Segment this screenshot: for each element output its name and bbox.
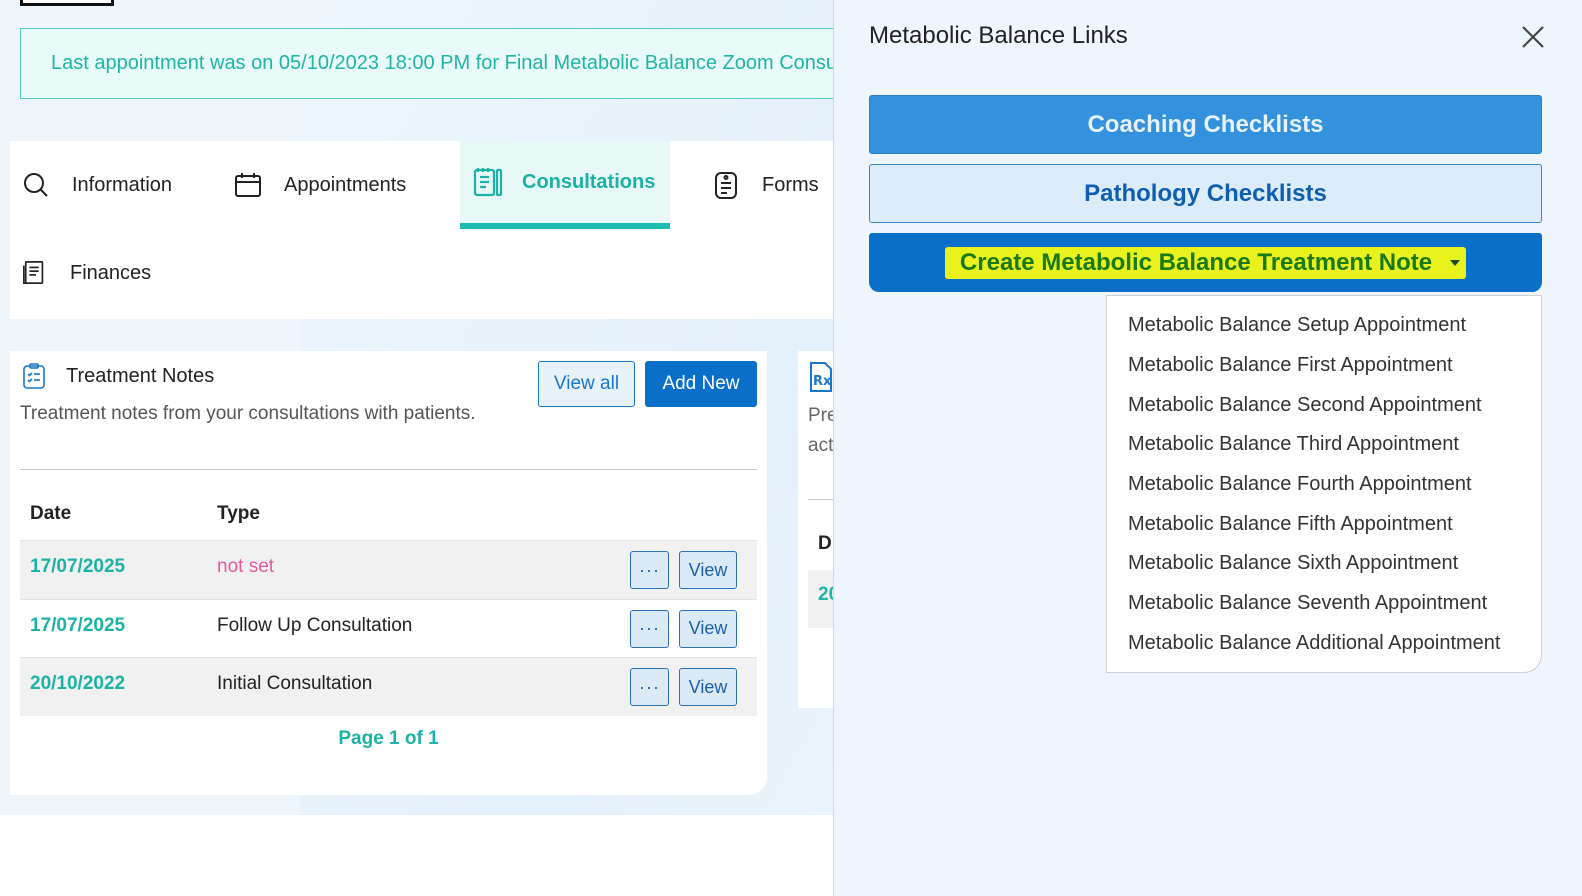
search-icon: [24, 173, 48, 197]
menu-item[interactable]: Metabolic Balance Fifth Appointment: [1107, 504, 1541, 544]
more-options-button[interactable]: ···: [630, 668, 669, 706]
svg-text:Rx: Rx: [813, 374, 832, 389]
row-type: Initial Consultation: [217, 673, 373, 694]
calendar-icon: [235, 173, 261, 197]
banner-text: Last appointment was on 05/10/2023 18:00…: [51, 52, 834, 74]
add-new-button[interactable]: Add New: [645, 361, 757, 407]
pagination-label: Page 1 of 1: [338, 728, 439, 749]
treatment-notes-description: Treatment notes from your consultations …: [20, 403, 476, 424]
more-options-button[interactable]: ···: [630, 551, 669, 589]
main-panel: Last appointment was on 05/10/2023 18:00…: [0, 0, 834, 896]
create-treatment-note-highlight: Create Metabolic Balance Treatment Note: [944, 246, 1467, 279]
metabolic-balance-links-drawer: Metabolic Balance Links Coaching Checkli…: [833, 0, 1582, 896]
table-row: 17/07/2025 Follow Up Consultation ··· Vi…: [20, 598, 757, 658]
column-header-date: Date: [30, 503, 72, 524]
tab-label: Consultations: [522, 170, 656, 193]
divider: [808, 499, 834, 500]
view-button[interactable]: View: [679, 551, 737, 589]
row-date[interactable]: 17/07/2025: [30, 615, 125, 637]
close-icon[interactable]: [1520, 24, 1546, 50]
row-date[interactable]: 17/07/2025: [30, 556, 125, 578]
row-type: not set: [217, 556, 275, 577]
view-all-button[interactable]: View all: [538, 361, 635, 407]
top-button-stub[interactable]: [20, 0, 114, 6]
view-button[interactable]: View: [679, 668, 737, 706]
menu-item[interactable]: Metabolic Balance Setup Appointment: [1107, 306, 1541, 346]
tab-appointments[interactable]: Appointments: [222, 141, 406, 229]
prescriptions-description-line1: Pre: [808, 405, 834, 426]
coaching-checklists-button[interactable]: Coaching Checklists: [869, 95, 1542, 154]
tab-label: Information: [72, 173, 173, 196]
pathology-checklists-button[interactable]: Pathology Checklists: [869, 164, 1542, 223]
notes-icon: [473, 168, 503, 197]
table-row: 17/07/2025 not set ··· View: [20, 540, 757, 599]
tab-label: Forms: [762, 173, 819, 196]
treatment-notes-header: Treatment Notes: [22, 363, 214, 389]
tab-finances[interactable]: Finances: [10, 229, 151, 317]
treatment-notes-table: 17/07/2025 not set ··· View 17/07/2025 F…: [20, 540, 757, 716]
create-treatment-note-dropdown[interactable]: Create Metabolic Balance Treatment Note: [869, 233, 1542, 292]
table-row: 20/10/2022 Initial Consultation ··· View: [20, 657, 757, 716]
tab-label: Appointments: [284, 173, 407, 196]
more-options-button[interactable]: ···: [630, 609, 669, 648]
treatment-notes-title: Treatment Notes: [66, 364, 215, 387]
create-treatment-note-label: Create Metabolic Balance Treatment Note: [959, 248, 1433, 276]
prescription-icon: Rx: [810, 362, 832, 392]
drawer-title: Metabolic Balance Links: [869, 22, 1128, 49]
view-button[interactable]: View: [679, 609, 737, 648]
last-appointment-banner: Last appointment was on 05/10/2023 18:00…: [20, 28, 834, 99]
treatment-notes-card: Treatment Notes Treatment notes from you…: [10, 351, 767, 795]
menu-item[interactable]: Metabolic Balance Additional Appointment: [1107, 624, 1541, 664]
prescriptions-card-partial: Rx Pre act D 20: [798, 351, 834, 708]
table-row: 20: [808, 570, 834, 628]
treatment-note-dropdown-menu: Metabolic Balance Setup Appointment Meta…: [1106, 295, 1542, 673]
column-header-type: Type: [217, 503, 260, 524]
row-type: Follow Up Consultation: [217, 614, 413, 636]
row-date[interactable]: 20: [818, 584, 834, 606]
tab-information[interactable]: Information: [10, 141, 172, 229]
menu-item[interactable]: Metabolic Balance Fourth Appointment: [1107, 465, 1541, 505]
menu-item[interactable]: Metabolic Balance Second Appointment: [1107, 385, 1541, 425]
tab-label: Finances: [70, 261, 152, 284]
menu-item[interactable]: Metabolic Balance Sixth Appointment: [1107, 544, 1541, 584]
prescriptions-description-line2: act: [808, 435, 834, 456]
tab-consultations[interactable]: Consultations: [460, 141, 670, 229]
caret-down-icon: [1450, 259, 1461, 266]
divider: [20, 469, 757, 470]
menu-item[interactable]: Metabolic Balance First Appointment: [1107, 346, 1541, 386]
tab-forms[interactable]: Forms: [700, 141, 819, 229]
patient-nav: Information Appointments Consultations F…: [10, 141, 834, 319]
menu-item[interactable]: Metabolic Balance Seventh Appointment: [1107, 584, 1541, 624]
form-icon: [715, 172, 737, 199]
menu-item[interactable]: Metabolic Balance Third Appointment: [1107, 425, 1541, 465]
row-date[interactable]: 20/10/2022: [30, 673, 125, 695]
checklist-icon: [23, 363, 45, 389]
column-header-date: D: [818, 533, 832, 554]
receipt-icon: [23, 261, 44, 285]
